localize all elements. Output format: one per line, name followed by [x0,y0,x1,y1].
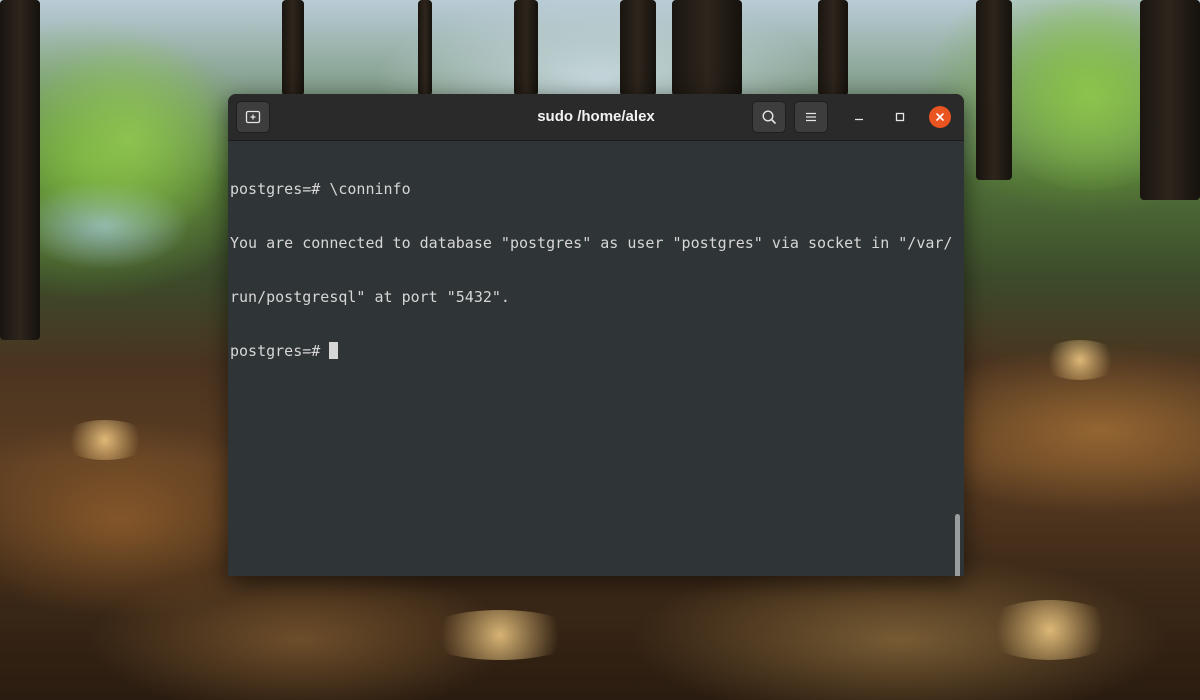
wallpaper-light-spot [420,610,580,660]
terminal-titlebar[interactable]: sudo /home/alex [228,94,964,141]
terminal-line: You are connected to database "postgres"… [230,234,953,252]
minimize-button[interactable] [848,106,870,128]
text-cursor [329,342,339,359]
wallpaper-tree-trunk [514,0,538,96]
terminal-line: postgres=# \conninfo [230,180,411,198]
minimize-icon [855,118,863,121]
menu-button[interactable] [794,101,828,133]
wallpaper-tree-trunk [282,0,304,96]
wallpaper-tree-trunk [620,0,656,96]
terminal-window[interactable]: sudo /home/alex postgres=# \conninfo You… [228,94,964,576]
terminal-text[interactable]: postgres=# \conninfo You are connected t… [230,144,952,396]
search-button[interactable] [752,101,786,133]
search-icon [762,110,776,124]
wallpaper-tree-trunk [672,0,742,96]
wallpaper-light-spot [1040,340,1120,380]
wallpaper-tree-trunk [976,0,1012,180]
terminal-prompt: postgres=# [230,342,330,360]
wallpaper-tree-trunk [418,0,432,96]
new-tab-icon [245,110,261,124]
hamburger-menu-icon [806,112,816,122]
close-button[interactable] [929,106,951,128]
terminal-prompt-line: postgres=# [230,342,952,360]
wallpaper-tree-trunk [0,0,40,340]
close-icon [936,113,944,121]
wallpaper-light-spot [980,600,1120,660]
wallpaper-tree-trunk [818,0,848,96]
terminal-line: run/postgresql" at port "5432". [230,288,510,306]
vertical-scrollbar[interactable] [955,514,960,576]
wallpaper-tree-trunk [1140,0,1200,200]
wallpaper-foliage [20,40,240,240]
maximize-button[interactable] [889,106,911,128]
new-tab-button[interactable] [236,101,270,133]
wallpaper-light-spot [60,420,150,460]
maximize-icon [895,112,905,122]
terminal-output-area[interactable]: postgres=# \conninfo You are connected t… [228,141,964,576]
